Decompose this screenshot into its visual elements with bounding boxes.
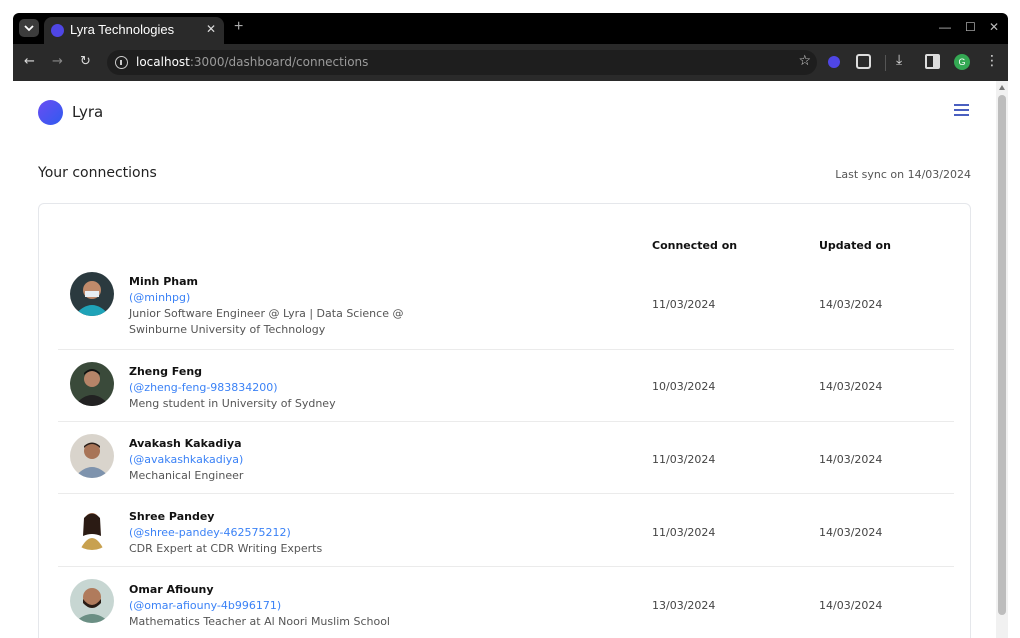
connection-handle-link[interactable]: (@zheng-feng-983834200) (129, 381, 278, 394)
more-menu-icon[interactable]: ⋮ (985, 53, 999, 69)
lyra-extension-icon[interactable] (828, 56, 840, 68)
updated-date: 14/03/2024 (819, 298, 883, 311)
hamburger-menu-icon[interactable] (954, 104, 969, 116)
connection-name: Avakash Kakadiya (129, 437, 242, 450)
avatar[interactable] (70, 579, 114, 623)
lyra-logo-icon[interactable] (38, 100, 63, 125)
table-row[interactable]: Shree Pandey (@shree-pandey-462575212) C… (58, 494, 954, 567)
browser-window: Lyra Technologies ✕ + — ☐ ✕ ← → ↻ localh… (13, 13, 1008, 638)
connection-handle-link[interactable]: (@minhpg) (129, 291, 190, 304)
avatar[interactable] (70, 272, 114, 316)
new-tab-button[interactable]: + (234, 18, 243, 36)
site-info-icon[interactable] (115, 56, 128, 69)
scrollbar-thumb[interactable] (998, 95, 1006, 615)
updated-date: 14/03/2024 (819, 453, 883, 466)
column-header-updated: Updated on (819, 239, 891, 252)
connection-name: Omar Afiouny (129, 583, 214, 596)
avatar[interactable] (70, 434, 114, 478)
connection-headline: Meng student in University of Sydney (129, 397, 336, 410)
updated-date: 14/03/2024 (819, 526, 883, 539)
page-content: Lyra Your connections Last sync on 14/03… (13, 81, 996, 638)
connection-headline: CDR Expert at CDR Writing Experts (129, 542, 323, 555)
connected-date: 11/03/2024 (652, 453, 716, 466)
connection-headline: Mathematics Teacher at Al Noori Muslim S… (129, 615, 390, 628)
forward-arrow-icon[interactable]: → (52, 54, 63, 69)
table-row[interactable]: Avakash Kakadiya (@avakashkakadiya) Mech… (58, 422, 954, 494)
connection-name: Minh Pham (129, 275, 198, 288)
scroll-up-arrow-icon[interactable] (999, 85, 1005, 90)
connection-handle-link[interactable]: (@shree-pandey-462575212) (129, 526, 291, 539)
lyra-favicon-icon (51, 24, 64, 37)
tab-strip: Lyra Technologies ✕ + — ☐ ✕ (13, 13, 1008, 44)
close-icon[interactable]: ✕ (206, 22, 216, 36)
column-header-connected: Connected on (652, 239, 738, 252)
avatar[interactable] (70, 506, 114, 550)
connection-handle-link[interactable]: (@omar-afiouny-4b996171) (129, 599, 281, 612)
side-panel-icon[interactable] (925, 54, 940, 69)
back-arrow-icon[interactable]: ← (24, 54, 35, 69)
bookmark-star-icon[interactable]: ☆ (798, 53, 811, 69)
url-text: localhost:3000/dashboard/connections (136, 55, 369, 69)
brand-name[interactable]: Lyra (72, 103, 103, 121)
connection-handle-link[interactable]: (@avakashkakadiya) (129, 453, 243, 466)
extensions-puzzle-icon[interactable] (856, 54, 871, 69)
connection-headline: Mechanical Engineer (129, 469, 244, 482)
reload-icon[interactable]: ↻ (80, 54, 91, 69)
browser-tab[interactable]: Lyra Technologies ✕ (44, 17, 224, 44)
connection-headline: Junior Software Engineer @ Lyra | Data S… (129, 307, 404, 336)
browser-toolbar: ← → ↻ localhost:3000/dashboard/connectio… (13, 44, 1008, 81)
connected-date: 10/03/2024 (652, 380, 716, 393)
last-sync-text: Last sync on 14/03/2024 (835, 168, 971, 181)
maximize-icon[interactable]: ☐ (965, 20, 976, 34)
table-row[interactable]: Zheng Feng (@zheng-feng-983834200) Meng … (58, 350, 954, 422)
updated-date: 14/03/2024 (819, 380, 883, 393)
chevron-down-icon (24, 24, 34, 31)
toolbar-divider (885, 55, 886, 71)
profile-avatar[interactable]: G (954, 54, 970, 70)
connection-name: Shree Pandey (129, 510, 215, 523)
table-row[interactable]: Minh Pham (@minhpg) Junior Software Engi… (58, 262, 954, 350)
avatar[interactable] (70, 362, 114, 406)
tab-title: Lyra Technologies (70, 22, 175, 37)
window-close-icon[interactable]: ✕ (989, 20, 999, 34)
connection-name: Zheng Feng (129, 365, 203, 378)
table-row[interactable]: Omar Afiouny (@omar-afiouny-4b996171) Ma… (58, 567, 954, 638)
tab-search-button[interactable] (19, 19, 39, 37)
connected-date: 11/03/2024 (652, 298, 716, 311)
updated-date: 14/03/2024 (819, 599, 883, 612)
minimize-icon[interactable]: — (939, 20, 951, 34)
address-bar[interactable]: localhost:3000/dashboard/connections ☆ (107, 50, 817, 75)
download-icon[interactable]: ⤓ (896, 52, 911, 68)
connected-date: 11/03/2024 (652, 526, 716, 539)
page-scrollbar[interactable] (996, 81, 1008, 638)
page-title: Your connections (38, 165, 157, 181)
connections-table: Connected on Updated on Minh Pham (@minh… (38, 203, 971, 638)
connected-date: 13/03/2024 (652, 599, 716, 612)
